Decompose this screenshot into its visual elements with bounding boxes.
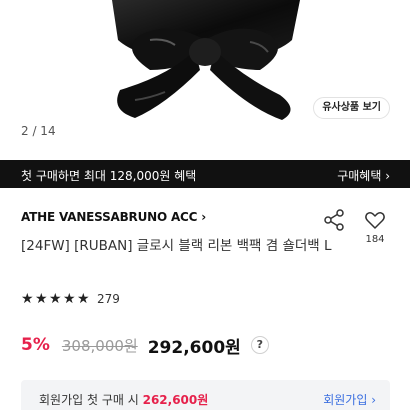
sale-price: 292,600원 [147, 337, 241, 358]
first-purchase-promo-bar[interactable]: 첫 구매하면 최대 128,000원 혜택 구매혜택 › [0, 160, 410, 188]
promo-text: 첫 구매하면 최대 128,000원 혜택 [21, 169, 197, 183]
help-icon[interactable]: ? [250, 336, 269, 354]
similar-products-button[interactable]: 유사상품 보기 [313, 97, 390, 119]
purchase-benefits-link[interactable]: 구매혜택 › [337, 167, 390, 184]
original-price: 308,000원 [61, 336, 138, 355]
star-icon: ★ [63, 291, 76, 307]
member-offer-prefix: 회원가입 첫 구매 시 [39, 393, 139, 407]
price-row: 5% 308,000원 292,600원 ? [21, 333, 269, 358]
member-price: 262,600원 [142, 393, 209, 407]
rating-summary[interactable]: ★ ★ ★ ★ ★ 279 [21, 291, 120, 307]
member-signup-banner[interactable]: 회원가입 첫 구매 시 262,600원 회원가입 › [21, 380, 390, 410]
signup-link[interactable]: 회원가입 › [323, 391, 376, 408]
brand-link[interactable]: ATHE VANESSABRUNO ACC › [21, 210, 206, 224]
share-icon[interactable] [322, 208, 346, 232]
product-image [112, 0, 300, 120]
heart-icon[interactable] [363, 208, 387, 232]
product-title: [24FW] [RUBAN] 글로시 블랙 리본 백팩 겸 숄더백 L [21, 238, 332, 254]
discount-rate: 5% [21, 335, 50, 355]
star-icon: ★ [49, 291, 62, 307]
review-count[interactable]: 279 [97, 292, 120, 306]
star-icon: ★ [77, 291, 90, 307]
product-image-carousel[interactable]: 유사상품 보기 2 / 14 [0, 0, 410, 160]
image-page-indicator: 2 / 14 [21, 124, 56, 138]
star-icon: ★ [35, 291, 48, 307]
star-icon: ★ [21, 291, 34, 307]
star-rating: ★ ★ ★ ★ ★ [21, 292, 91, 306]
member-offer-text: 회원가입 첫 구매 시 262,600원 [39, 391, 208, 408]
like-count: 184 [365, 234, 385, 245]
